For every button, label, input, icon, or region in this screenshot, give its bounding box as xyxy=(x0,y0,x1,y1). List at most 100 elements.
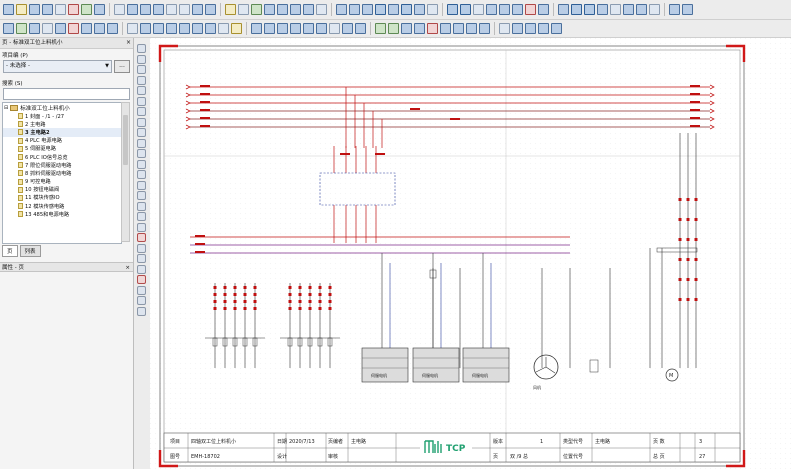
toolbar-button-icon[interactable] xyxy=(636,4,647,15)
collapse-icon[interactable]: ⊟ xyxy=(4,105,8,111)
tree-page-item[interactable]: 9 可控电路 xyxy=(3,178,121,186)
toolbar-button-icon[interactable] xyxy=(290,4,301,15)
draw-tool-icon[interactable] xyxy=(137,117,146,127)
draw-tool-icon[interactable] xyxy=(137,243,146,253)
toolbar-button-icon[interactable] xyxy=(127,23,138,34)
toolbar-button-icon[interactable] xyxy=(16,23,27,34)
browse-button[interactable]: ... xyxy=(114,60,130,73)
toolbar-button-icon[interactable] xyxy=(499,23,510,34)
panel-close-icon[interactable]: × xyxy=(126,38,131,48)
draw-tool-icon[interactable] xyxy=(137,212,146,221)
draw-tool-icon[interactable] xyxy=(137,201,146,211)
toolbar-button-icon[interactable] xyxy=(329,23,340,34)
tree-page-item[interactable]: 2 主电路 xyxy=(3,120,121,128)
toolbar-button-icon[interactable] xyxy=(414,23,425,34)
tree-page-item[interactable]: 5 伺服驱电路 xyxy=(3,145,121,153)
toolbar-button-icon[interactable] xyxy=(81,4,92,15)
toolbar-button-icon[interactable] xyxy=(486,4,497,15)
toolbar-button-icon[interactable] xyxy=(538,4,549,15)
toolbar-button-icon[interactable] xyxy=(355,23,366,34)
tree-page-item[interactable]: 7 限位伺服驱动电路 xyxy=(3,161,121,169)
toolbar-button-icon[interactable] xyxy=(512,4,523,15)
draw-tool-icon[interactable] xyxy=(137,285,146,295)
toolbar-button-icon[interactable] xyxy=(558,4,569,15)
toolbar-button-icon[interactable] xyxy=(107,23,118,34)
toolbar-button-icon[interactable] xyxy=(447,4,458,15)
tree-page-item[interactable]: 10 按钮电磁阀 xyxy=(3,186,121,194)
toolbar-button-icon[interactable] xyxy=(166,4,177,15)
toolbar-button-icon[interactable] xyxy=(238,4,249,15)
toolbar-button-icon[interactable] xyxy=(682,4,693,15)
toolbar-button-icon[interactable] xyxy=(3,23,14,34)
draw-tool-icon[interactable] xyxy=(137,222,146,232)
toolbar-button-icon[interactable] xyxy=(81,23,92,34)
toolbar-button-icon[interactable] xyxy=(401,4,412,15)
toolbar-button-icon[interactable] xyxy=(3,4,14,15)
toolbar-button-icon[interactable] xyxy=(42,23,53,34)
tree-page-item[interactable]: 8 抓料伺服驱动电路 xyxy=(3,169,121,177)
toolbar-button-icon[interactable] xyxy=(303,23,314,34)
toolbar-button-icon[interactable] xyxy=(16,4,27,15)
toolbar-button-icon[interactable] xyxy=(473,4,484,15)
toolbar-button-icon[interactable] xyxy=(264,4,275,15)
toolbar-button-icon[interactable] xyxy=(55,23,66,34)
tree-page-item[interactable]: 4 PLC 电源电路 xyxy=(3,137,121,145)
draw-tool-icon[interactable] xyxy=(137,296,146,305)
toolbar-button-icon[interactable] xyxy=(649,4,660,15)
toolbar-button-icon[interactable] xyxy=(251,4,262,15)
draw-tool-icon[interactable] xyxy=(137,149,146,158)
toolbar-button-icon[interactable] xyxy=(375,23,386,34)
draw-tool-icon[interactable] xyxy=(137,86,146,95)
toolbar-button-icon[interactable] xyxy=(525,4,536,15)
toolbar-button-icon[interactable] xyxy=(127,4,138,15)
toolbar-button-icon[interactable] xyxy=(192,4,203,15)
toolbar-button-icon[interactable] xyxy=(140,23,151,34)
tree-scrollbar[interactable] xyxy=(121,102,130,242)
toolbar-button-icon[interactable] xyxy=(623,4,634,15)
draw-tool-icon[interactable] xyxy=(137,65,146,74)
toolbar-button-icon[interactable] xyxy=(427,4,438,15)
tree-page-item[interactable]: 6 PLC IO信号总览 xyxy=(3,153,121,161)
toolbar-button-icon[interactable] xyxy=(538,23,549,34)
toolbar-button-icon[interactable] xyxy=(362,4,373,15)
toolbar-button-icon[interactable] xyxy=(114,4,125,15)
draw-tool-icon[interactable] xyxy=(137,306,146,316)
toolbar-button-icon[interactable] xyxy=(316,23,327,34)
draw-tool-icon[interactable] xyxy=(137,275,146,284)
draw-tool-icon[interactable] xyxy=(137,44,146,53)
toolbar-button-icon[interactable] xyxy=(414,4,425,15)
drawing-canvas[interactable]: 伺服电机 伺服电机 伺服电机 风机 M 项目 四轴双工位上料机小 日期 2020/7/1… xyxy=(150,38,791,469)
toolbar-button-icon[interactable] xyxy=(342,23,353,34)
toolbar-button-icon[interactable] xyxy=(466,23,477,34)
toolbar-button-icon[interactable] xyxy=(479,23,490,34)
toolbar-button-icon[interactable] xyxy=(179,23,190,34)
tree-page-item[interactable]: 3 主电路2 xyxy=(3,128,121,137)
draw-tool-icon[interactable] xyxy=(137,264,146,274)
draw-tool-icon[interactable] xyxy=(137,138,146,148)
toolbar-button-icon[interactable] xyxy=(551,23,562,34)
draw-tool-icon[interactable] xyxy=(137,170,146,179)
toolbar-button-icon[interactable] xyxy=(499,4,510,15)
toolbar-button-icon[interactable] xyxy=(68,4,79,15)
toolbar-button-icon[interactable] xyxy=(179,4,190,15)
toolbar-button-icon[interactable] xyxy=(166,23,177,34)
draw-tool-icon[interactable] xyxy=(137,128,146,137)
properties-close-icon[interactable]: × xyxy=(125,263,130,273)
draw-tool-icon[interactable] xyxy=(137,96,146,106)
draw-tool-icon[interactable] xyxy=(137,233,146,242)
toolbar-button-icon[interactable] xyxy=(153,23,164,34)
toolbar-button-icon[interactable] xyxy=(94,4,105,15)
toolbar-button-icon[interactable] xyxy=(584,4,595,15)
toolbar-button-icon[interactable] xyxy=(42,4,53,15)
toolbar-button-icon[interactable] xyxy=(427,23,438,34)
search-input[interactable] xyxy=(3,88,130,100)
toolbar-button-icon[interactable] xyxy=(29,23,40,34)
toolbar-button-icon[interactable] xyxy=(225,4,236,15)
tree-page-item[interactable]: 1 封面 - /1 - /27 xyxy=(3,112,121,120)
toolbar-button-icon[interactable] xyxy=(669,4,680,15)
project-dropdown[interactable]: - 未选择 - ▼ xyxy=(3,60,112,73)
toolbar-button-icon[interactable] xyxy=(205,4,216,15)
toolbar-button-icon[interactable] xyxy=(375,4,386,15)
scrollbar-thumb[interactable] xyxy=(123,115,128,165)
draw-tool-icon[interactable] xyxy=(137,191,146,200)
